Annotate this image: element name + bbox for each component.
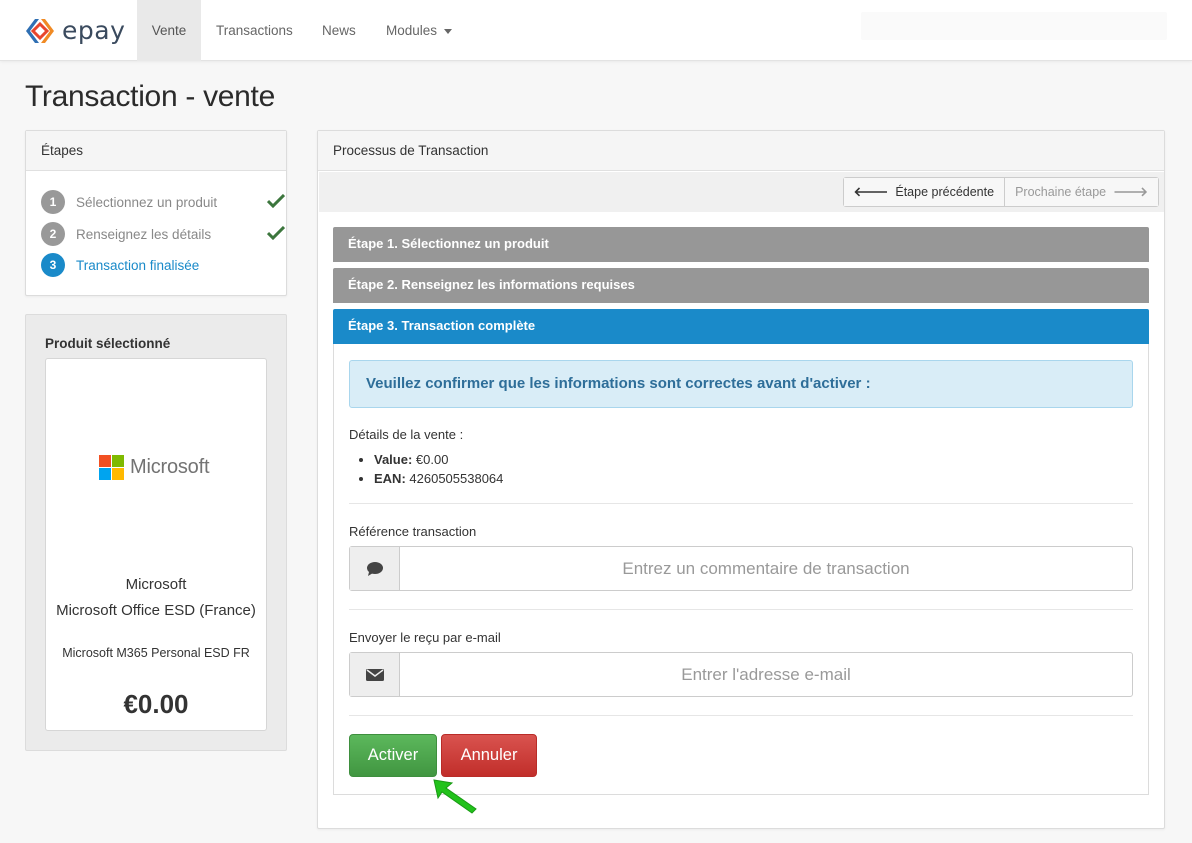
detail-ean-key: EAN:: [374, 471, 406, 486]
caret-down-icon: [444, 28, 453, 34]
product-name: Microsoft Office ESD (France): [56, 602, 256, 619]
step-1-number: 1: [41, 190, 65, 214]
email-input[interactable]: [400, 653, 1132, 696]
brand-name: epay: [62, 16, 126, 45]
sale-details-title: Détails de la vente :: [349, 427, 464, 442]
cancel-button[interactable]: Annuler: [441, 734, 537, 777]
process-panel-title: Processus de Transaction: [318, 131, 1164, 171]
accordion-step-1[interactable]: Étape 1. Sélectionnez un produit: [333, 227, 1149, 262]
product-brand: Microsoft: [125, 576, 187, 593]
activate-button[interactable]: Activer: [349, 734, 437, 777]
detail-value-value: €0.00: [415, 452, 449, 467]
nav-news[interactable]: News: [308, 0, 370, 61]
nav-news-label: News: [322, 23, 356, 38]
steps-panel: Étapes 1 Sélectionnez un produit 2 Rense…: [25, 130, 287, 296]
pointer-arrow-icon: [433, 779, 477, 814]
step-navigation-toolbar: 🡐 Étape précédente Prochaine étape 🡒: [319, 172, 1164, 212]
navbar-search-area[interactable]: [861, 12, 1167, 40]
microsoft-logo: Microsoft: [99, 455, 210, 480]
product-price: €0.00: [123, 689, 189, 719]
accordion-step-3-body: Veuillez confirmer que les informations …: [333, 344, 1149, 795]
next-step-label: Prochaine étape: [1015, 185, 1107, 199]
step-2-label: Renseignez les détails: [76, 226, 212, 242]
reference-label: Référence transaction: [349, 524, 477, 539]
epay-logo-icon: [26, 19, 54, 43]
nav-modules-label: Modules: [386, 23, 438, 38]
divider: [349, 503, 1133, 504]
product-card: Microsoft Microsoft Microsoft Office ESD…: [45, 358, 267, 731]
step-1: 1 Sélectionnez un produit: [41, 190, 285, 214]
step-1-label: Sélectionnez un produit: [76, 194, 218, 210]
email-input-group: [349, 652, 1133, 697]
product-subtitle: Microsoft M365 Personal ESD FR: [62, 646, 250, 660]
previous-step-label: Étape précédente: [895, 185, 995, 199]
email-label: Envoyer le reçu par e-mail: [349, 630, 501, 645]
detail-value-key: Value:: [374, 452, 413, 467]
step-2-number: 2: [41, 222, 65, 246]
nav-vente[interactable]: Vente: [137, 0, 201, 61]
next-step-button[interactable]: Prochaine étape 🡒: [1004, 178, 1158, 206]
steps-accordion: Étape 1. Sélectionnez un produit Étape 2…: [333, 227, 1149, 795]
step-3-number: 3: [41, 253, 65, 277]
accordion-step-2[interactable]: Étape 2. Renseignez les informations req…: [333, 268, 1149, 303]
brand-logo[interactable]: epay: [24, 16, 125, 46]
step-3-label: Transaction finalisée: [76, 257, 200, 273]
transaction-process-panel: Processus de Transaction 🡐 Étape précéde…: [317, 130, 1165, 829]
reference-input[interactable]: [400, 547, 1132, 590]
step-2: 2 Renseignez les détails: [41, 222, 285, 246]
reference-input-group: [349, 546, 1133, 591]
microsoft-logo-text: Microsoft: [130, 456, 210, 478]
detail-ean-value: 4260505538064: [409, 471, 504, 486]
selected-product-panel: Produit sélectionné Microsoft Microsoft …: [25, 314, 287, 751]
divider: [349, 715, 1133, 716]
checkmark-icon: [267, 194, 285, 208]
step-3: 3 Transaction finalisée: [41, 253, 281, 277]
sale-details-list: Value: €0.00 EAN: 4260505538064: [374, 450, 503, 488]
top-navbar: epay Vente Transactions News Modules: [0, 0, 1192, 61]
nav-vente-label: Vente: [151, 23, 187, 38]
nav-transactions[interactable]: Transactions: [202, 0, 307, 61]
checkmark-icon: [267, 226, 285, 240]
microsoft-logo-icon: [99, 455, 124, 480]
accordion-step-3[interactable]: Étape 3. Transaction complète: [333, 309, 1149, 344]
nav-modules-dropdown[interactable]: Modules: [372, 0, 466, 61]
nav-transactions-label: Transactions: [216, 23, 293, 38]
arrow-right-icon: 🡒: [1113, 184, 1148, 199]
steps-panel-title: Étapes: [26, 131, 286, 171]
envelope-icon: [350, 653, 400, 696]
selected-product-title: Produit sélectionné: [45, 336, 171, 351]
confirmation-alert: Veuillez confirmer que les informations …: [349, 360, 1133, 408]
detail-value-item: Value: €0.00: [374, 450, 503, 469]
arrow-left-icon: 🡐: [853, 184, 889, 199]
step-nav-buttons: 🡐 Étape précédente Prochaine étape 🡒: [842, 177, 1159, 207]
page-title: Transaction - vente: [25, 80, 275, 113]
divider: [349, 609, 1133, 610]
previous-step-button[interactable]: 🡐 Étape précédente: [843, 178, 1005, 206]
comment-icon: [350, 547, 400, 590]
detail-ean-item: EAN: 4260505538064: [374, 469, 503, 488]
